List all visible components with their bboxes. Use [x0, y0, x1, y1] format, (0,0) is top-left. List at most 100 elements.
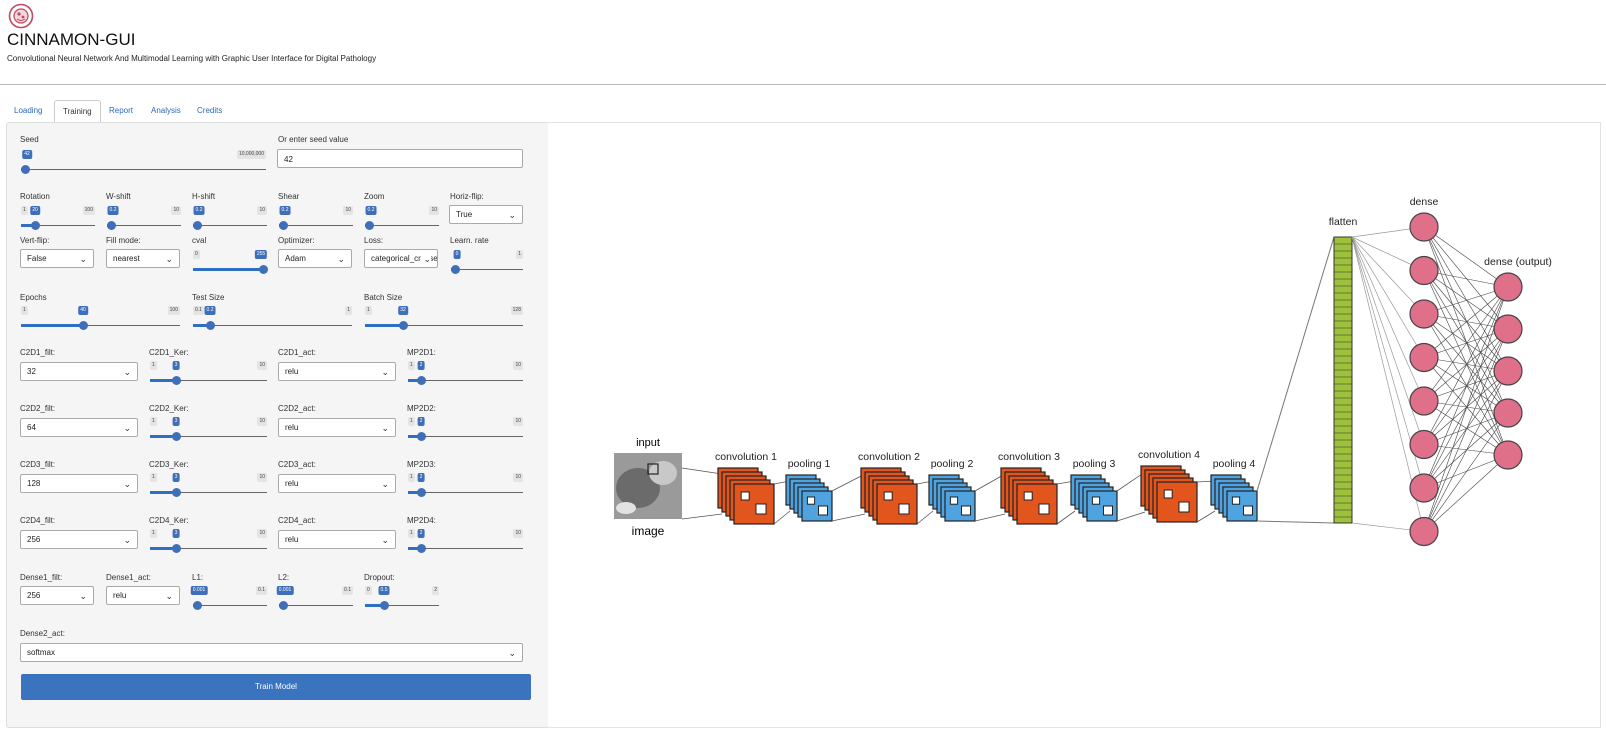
conv-row-3: C2D3_filt: 128 ⌄ C2D3_Ker: 1 10 3 C2D3_ac…	[7, 460, 548, 510]
seed-input[interactable]: 42	[277, 149, 523, 168]
batch-size-slider[interactable]: 1 128 32	[365, 306, 523, 332]
c2d1-act-select[interactable]: relu ⌄	[278, 362, 396, 381]
c2d4-act-select[interactable]: relu ⌄	[278, 530, 396, 549]
feature-map	[1156, 481, 1198, 523]
slider-handle[interactable]	[172, 544, 181, 553]
slider-fill	[21, 324, 83, 327]
slider-handle[interactable]	[380, 601, 389, 610]
c2d3-filt-select[interactable]: 128 ⌄	[20, 474, 138, 493]
slider-handle[interactable]	[451, 265, 460, 274]
dense2-act-select[interactable]: softmax ⌄	[20, 643, 523, 662]
tab-loading[interactable]: Loading	[6, 100, 50, 122]
connection-line	[681, 467, 723, 475]
tab-training[interactable]: Training	[54, 100, 101, 124]
convolution-label: convolution 2	[858, 451, 920, 463]
slider-handle[interactable]	[193, 601, 202, 610]
chevron-down-icon: ⌄	[381, 367, 389, 377]
c2d2-filt-select[interactable]: 64 ⌄	[20, 418, 138, 437]
slider-value-label: 3	[172, 529, 180, 538]
dense1-act-select[interactable]: relu ⌄	[106, 586, 180, 605]
slider-value-label: 42	[22, 150, 32, 159]
epochs-slider[interactable]: 1 100 40	[21, 306, 180, 332]
slider-min-label: 1	[365, 306, 372, 315]
vert-flip-select[interactable]: False ⌄	[20, 249, 94, 268]
test-size-slider[interactable]: 0.1 1 0.2	[193, 306, 352, 332]
mp2d4-slider[interactable]: 1 10 2	[408, 529, 523, 555]
rotation-slider[interactable]: 1 100 20	[21, 206, 95, 232]
dropout-slider[interactable]: 0 2 0.5	[365, 586, 439, 612]
zoom-slider[interactable]: 10 0.2	[365, 206, 439, 232]
slider-handle[interactable]	[417, 376, 426, 385]
seed-slider[interactable]: 10,000,000 42	[21, 150, 266, 176]
mp2d2-slider[interactable]: 1 10 2	[408, 417, 523, 443]
slider-handle[interactable]	[417, 544, 426, 553]
c2d4-filt-select[interactable]: 256 ⌄	[20, 530, 138, 549]
slider-handle[interactable]	[21, 165, 30, 174]
l2-slider[interactable]: 0.1 0.001	[276, 586, 353, 612]
slider-handle[interactable]	[279, 221, 288, 230]
slider-handle[interactable]	[259, 265, 268, 274]
c2d4-filt-label: C2D4_filt:	[20, 516, 56, 525]
tab-credits[interactable]: Credits	[189, 100, 230, 122]
input-label: input	[636, 437, 660, 449]
pooling-block: pooling 1	[773, 458, 833, 525]
slider-handle[interactable]	[31, 221, 40, 230]
dense-connection	[1423, 286, 1509, 402]
slider-max-label: 10	[343, 206, 353, 215]
slider-handle[interactable]	[172, 376, 181, 385]
architecture-pane: input image convolution 1 pooling 1 convol…	[548, 122, 1601, 728]
slider-handle[interactable]	[172, 488, 181, 497]
slider-handle[interactable]	[417, 488, 426, 497]
fill-mode-select[interactable]: nearest ⌄	[106, 249, 180, 268]
kernel-window	[740, 491, 750, 501]
mp2d3-slider[interactable]: 1 10 2	[408, 473, 523, 499]
pooling-label: pooling 2	[931, 458, 974, 470]
slider-handle[interactable]	[172, 432, 181, 441]
slider-handle[interactable]	[417, 432, 426, 441]
slider-handle[interactable]	[365, 221, 374, 230]
wshift-slider[interactable]: 10 0.2	[107, 206, 181, 232]
c2d2-act-label: C2D2_act:	[278, 404, 316, 413]
c2d3-act-select[interactable]: relu ⌄	[278, 474, 396, 493]
train-model-button[interactable]: Train Model	[21, 674, 531, 700]
slider-handle[interactable]	[193, 221, 202, 230]
shear-slider[interactable]: 10 0.2	[279, 206, 353, 232]
optimizer-select[interactable]: Adam ⌄	[278, 249, 352, 268]
slider-min-label: 1	[150, 529, 157, 538]
convolution-label: convolution 3	[998, 451, 1060, 463]
c2d3-act-label: C2D3_act:	[278, 460, 316, 469]
vert-flip-label: Vert-flip:	[20, 236, 50, 245]
slider-value-label: 0	[453, 250, 461, 259]
slider-handle[interactable]	[79, 321, 88, 330]
kernel-window	[949, 496, 959, 505]
c2d2-act-select[interactable]: relu ⌄	[278, 418, 396, 437]
learn-rate-slider[interactable]: 1 0	[451, 250, 523, 276]
slider-value-label: 0.2	[365, 206, 377, 215]
c2d1-ker-slider[interactable]: 1 10 3	[150, 361, 267, 387]
dense1-filt-select[interactable]: 256 ⌄	[20, 586, 94, 605]
slider-handle[interactable]	[399, 321, 408, 330]
cval-slider[interactable]: 0 255	[193, 250, 268, 276]
chevron-down-icon: ⌄	[165, 254, 173, 264]
l1-slider[interactable]: 0.1 0.001	[190, 586, 267, 612]
slider-handle[interactable]	[279, 601, 288, 610]
mp2d3-label: MP2D3:	[407, 460, 436, 469]
chevron-down-icon: ⌄	[381, 535, 389, 545]
hshift-slider[interactable]: 10 0.2	[193, 206, 267, 232]
tab-analysis[interactable]: Analysis	[143, 100, 189, 122]
loss-select[interactable]: categorical_crossentropy⌄	[364, 249, 438, 268]
tab-report[interactable]: Report	[101, 100, 141, 122]
select-value: 256	[27, 591, 41, 600]
slider-handle[interactable]	[107, 221, 116, 230]
output-node	[1493, 272, 1523, 302]
c2d1-filt-select[interactable]: 32 ⌄	[20, 362, 138, 381]
mp2d1-slider[interactable]: 1 10 2	[408, 361, 523, 387]
slider-value-label: 0.5	[378, 586, 390, 595]
c2d2-ker-slider[interactable]: 1 10 3	[150, 417, 267, 443]
test-size-label: Test Size	[192, 293, 225, 302]
cinnamon-logo-icon	[8, 3, 34, 29]
slider-handle[interactable]	[206, 321, 215, 330]
c2d3-ker-slider[interactable]: 1 10 3	[150, 473, 267, 499]
horiz-flip-select[interactable]: True ⌄	[449, 205, 523, 224]
c2d4-ker-slider[interactable]: 1 10 3	[150, 529, 267, 555]
